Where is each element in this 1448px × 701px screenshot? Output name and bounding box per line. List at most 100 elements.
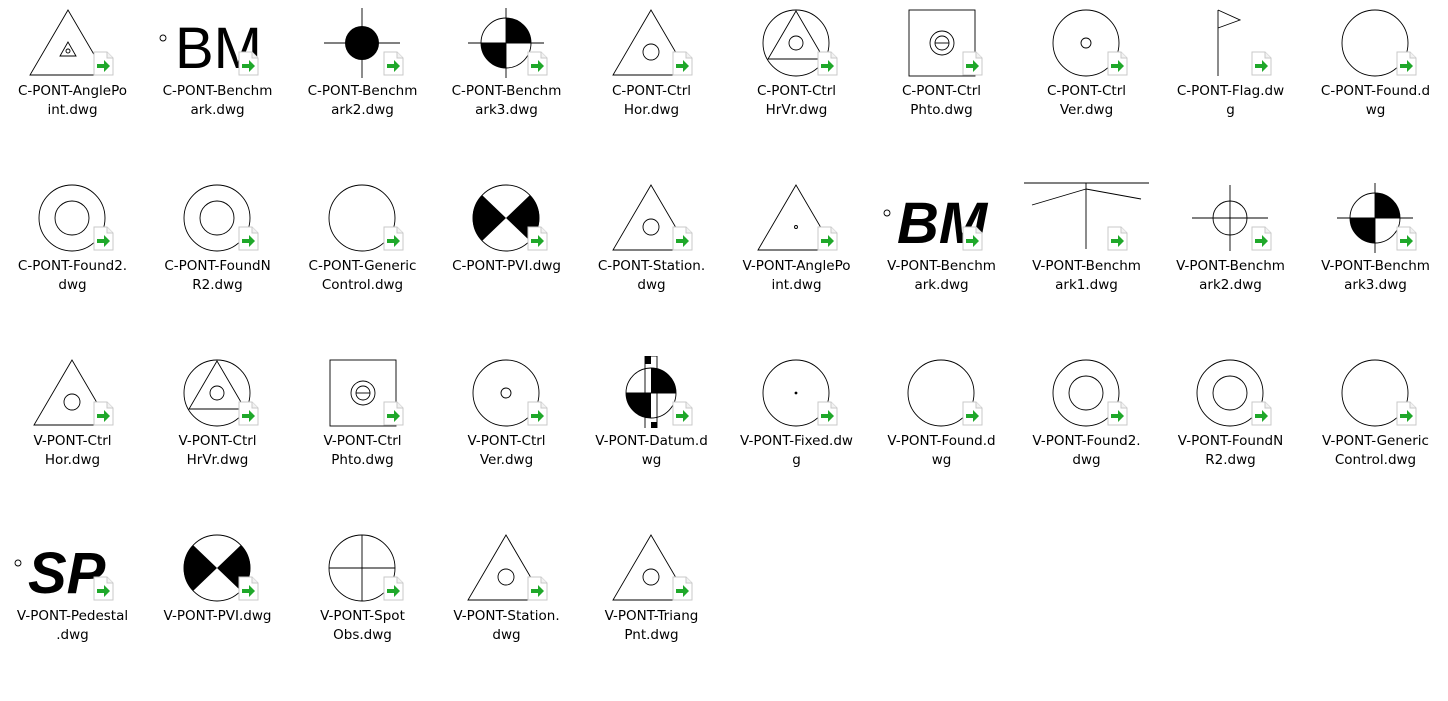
- file-item[interactable]: V-PONT-FoundN R2.dwg: [1158, 356, 1303, 526]
- shortcut-arrow-icon: [962, 226, 983, 251]
- shortcut-arrow-icon: [1396, 51, 1417, 76]
- file-name-label: C-PONT-FoundN R2.dwg: [164, 258, 271, 293]
- shortcut-arrow-icon: [238, 226, 259, 251]
- file-item[interactable]: V-PONT-Benchm ark3.dwg: [1303, 181, 1448, 351]
- file-item[interactable]: V-PONT-Ctrl Ver.dwg: [434, 356, 579, 526]
- shortcut-arrow-icon: [527, 226, 548, 251]
- double-circle-icon: [10, 181, 135, 253]
- shortcut-arrow-icon: [238, 576, 259, 601]
- file-item[interactable]: C-PONT-Benchm ark3.dwg: [434, 6, 579, 176]
- file-name-label: C-PONT-Benchm ark.dwg: [162, 83, 273, 118]
- file-item[interactable]: V-PONT-Triang Pnt.dwg: [579, 531, 724, 701]
- filled-circle-crosshair-icon: [300, 6, 425, 78]
- file-item[interactable]: C-PONT-Found2. dwg: [0, 181, 145, 351]
- file-name-label: C-PONT-Station. dwg: [597, 258, 706, 293]
- shortcut-arrow-icon: [383, 51, 404, 76]
- shortcut-arrow-icon: [527, 401, 548, 426]
- circle-icon: [1313, 356, 1438, 428]
- file-name-label: C-PONT-Ctrl Phto.dwg: [901, 83, 982, 118]
- quartered-circle-crosshair-icon: [444, 6, 569, 78]
- triangle-with-circle-icon: [589, 181, 714, 253]
- file-item[interactable]: V-PONT-Fixed.dw g: [724, 356, 869, 526]
- file-name-label: V-PONT-Ctrl Ver.dwg: [467, 433, 546, 468]
- file-name-label: C-PONT-Benchm ark3.dwg: [451, 83, 562, 118]
- triangle-with-circle-icon: [10, 356, 135, 428]
- file-name-label: V-PONT-Ctrl HrVr.dwg: [178, 433, 257, 468]
- file-name-label: C-PONT-Flag.dw g: [1176, 83, 1285, 118]
- flag-icon: [1168, 6, 1293, 78]
- file-name-label: V-PONT-Generic Control.dwg: [1322, 433, 1429, 468]
- file-name-label: V-PONT-Benchm ark2.dwg: [1176, 258, 1285, 293]
- file-item[interactable]: V-PONT-Benchm ark1.dwg: [1014, 181, 1159, 351]
- file-name-label: V-PONT-Spot Obs.dwg: [320, 608, 405, 643]
- file-item[interactable]: C-PONT-Station. dwg: [579, 181, 724, 351]
- file-item[interactable]: C-PONT-Benchm ark2.dwg: [290, 6, 435, 176]
- circle-triangle-circle-icon: [734, 6, 859, 78]
- file-item[interactable]: C-PONT-Ctrl Ver.dwg: [1014, 6, 1159, 176]
- shortcut-arrow-icon: [1107, 226, 1128, 251]
- file-item[interactable]: C-PONT-Generic Control.dwg: [290, 181, 435, 351]
- file-item[interactable]: V-PONT-Ctrl HrVr.dwg: [145, 356, 290, 526]
- file-grid: C-PONT-AnglePo int.dwg BM C-PONT-Benchm a…: [0, 0, 1448, 665]
- file-item[interactable]: V-PONT-Generic Control.dwg: [1303, 356, 1448, 526]
- bm-italic-text-icon: BM: [879, 181, 1004, 253]
- shortcut-arrow-icon: [527, 51, 548, 76]
- file-item[interactable]: V-PONT-AnglePo int.dwg: [724, 181, 869, 351]
- shortcut-arrow-icon: [672, 226, 693, 251]
- file-name-label: V-PONT-Found.d wg: [887, 433, 996, 468]
- file-item[interactable]: V-PONT-Station. dwg: [434, 531, 579, 701]
- shortcut-arrow-icon: [383, 576, 404, 601]
- file-item[interactable]: C-PONT-Ctrl HrVr.dwg: [724, 6, 869, 176]
- circle-with-small-circle-icon: [444, 356, 569, 428]
- file-item[interactable]: SP V-PONT-Pedestal .dwg: [0, 531, 145, 701]
- file-item[interactable]: V-PONT-Spot Obs.dwg: [290, 531, 435, 701]
- bowtie-circle-icon: [155, 531, 280, 603]
- shortcut-arrow-icon: [672, 576, 693, 601]
- circle-cross-icon: [300, 531, 425, 603]
- file-name-label: C-PONT-Ctrl Ver.dwg: [1046, 83, 1127, 118]
- file-item[interactable]: C-PONT-Ctrl Phto.dwg: [869, 6, 1014, 176]
- file-item[interactable]: C-PONT-FoundN R2.dwg: [145, 181, 290, 351]
- file-item[interactable]: BM C-PONT-Benchm ark.dwg: [145, 6, 290, 176]
- shortcut-arrow-icon: [383, 226, 404, 251]
- file-item[interactable]: V-PONT-Found2. dwg: [1014, 356, 1159, 526]
- file-item[interactable]: V-PONT-Ctrl Phto.dwg: [290, 356, 435, 526]
- square-with-theta-icon: [300, 356, 425, 428]
- shortcut-arrow-icon: [962, 51, 983, 76]
- file-item[interactable]: C-PONT-Ctrl Hor.dwg: [579, 6, 724, 176]
- file-item[interactable]: C-PONT-AnglePo int.dwg: [0, 6, 145, 176]
- file-item[interactable]: V-PONT-Ctrl Hor.dwg: [0, 356, 145, 526]
- quartered-circle-crosshair-icon: [1313, 181, 1438, 253]
- file-item[interactable]: V-PONT-Benchm ark2.dwg: [1158, 181, 1303, 351]
- file-name-label: V-PONT-Fixed.dw g: [740, 433, 853, 468]
- file-name-label: V-PONT-Datum.d wg: [595, 433, 708, 468]
- double-circle-icon: [1024, 356, 1149, 428]
- file-item[interactable]: C-PONT-PVI.dwg: [434, 181, 579, 351]
- datum-quartered-icon: [589, 356, 714, 428]
- file-name-label: C-PONT-AnglePo int.dwg: [17, 83, 128, 118]
- circle-triangle-circle-icon: [155, 356, 280, 428]
- shortcut-arrow-icon: [238, 51, 259, 76]
- shortcut-arrow-icon: [817, 51, 838, 76]
- file-name-label: V-PONT-Benchm ark.dwg: [887, 258, 996, 293]
- file-item[interactable]: C-PONT-Flag.dw g: [1158, 6, 1303, 176]
- file-name-label: V-PONT-Triang Pnt.dwg: [604, 608, 699, 643]
- file-name-label: V-PONT-Ctrl Hor.dwg: [33, 433, 112, 468]
- file-name-label: V-PONT-Pedestal .dwg: [16, 608, 129, 643]
- shortcut-arrow-icon: [1251, 51, 1272, 76]
- triangle-with-circle-icon: [589, 6, 714, 78]
- file-name-label: C-PONT-PVI.dwg: [452, 258, 561, 274]
- file-item[interactable]: BM V-PONT-Benchm ark.dwg: [869, 181, 1014, 351]
- shortcut-arrow-icon: [1107, 51, 1128, 76]
- file-name-label: V-PONT-Benchm ark3.dwg: [1321, 258, 1430, 293]
- file-item[interactable]: C-PONT-Found.d wg: [1303, 6, 1448, 176]
- shortcut-arrow-icon: [93, 401, 114, 426]
- triangle-with-small-triangle-icon: [10, 6, 135, 78]
- circle-with-small-circle-icon: [1024, 6, 1149, 78]
- file-item[interactable]: V-PONT-PVI.dwg: [145, 531, 290, 701]
- file-name-label: V-PONT-Ctrl Phto.dwg: [323, 433, 402, 468]
- file-name-label: V-PONT-FoundN R2.dwg: [1177, 433, 1284, 468]
- shortcut-arrow-icon: [1251, 226, 1272, 251]
- file-item[interactable]: V-PONT-Found.d wg: [869, 356, 1014, 526]
- file-item[interactable]: V-PONT-Datum.d wg: [579, 356, 724, 526]
